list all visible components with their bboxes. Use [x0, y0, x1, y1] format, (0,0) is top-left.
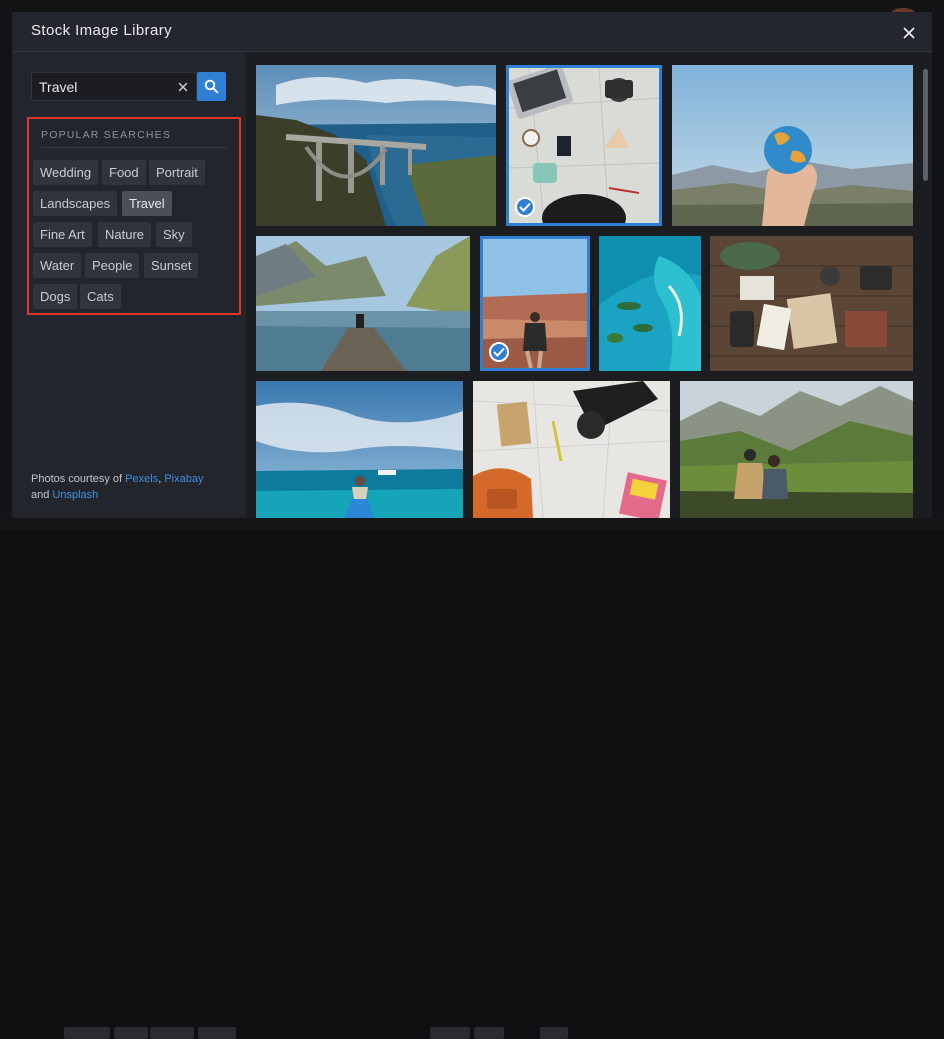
image-grid	[246, 53, 932, 518]
tag-portrait[interactable]: Portrait	[149, 160, 205, 185]
check-icon	[519, 202, 531, 212]
clear-icon	[178, 82, 188, 92]
unsplash-link[interactable]: Unsplash	[52, 489, 98, 501]
stock-image-library-modal: Stock Image Library POPULAR SEARCHES	[12, 12, 932, 518]
couple-mountain-photo	[680, 381, 913, 518]
image-tile-couple-mountain-view[interactable]	[680, 381, 913, 518]
image-tile-traveler-backpack-city[interactable]	[480, 236, 590, 371]
close-icon	[903, 27, 915, 39]
tag-nature[interactable]: Nature	[98, 222, 152, 247]
tag-landscapes[interactable]: Landscapes	[33, 191, 118, 216]
tag-cats[interactable]: Cats	[80, 284, 121, 309]
tag-food[interactable]: Food	[102, 160, 146, 185]
sidebar: POPULAR SEARCHES Wedding Food Portrait L…	[12, 53, 244, 518]
popular-searches-panel: POPULAR SEARCHES Wedding Food Portrait L…	[27, 117, 241, 315]
image-tile-paddleboard-sea[interactable]	[256, 381, 463, 518]
travel-gear-photo	[710, 236, 913, 371]
paddleboard-photo	[256, 381, 463, 518]
pixabay-link[interactable]: Pixabay	[164, 473, 203, 485]
image-tile-desk-map-camera[interactable]	[506, 65, 662, 226]
tag-dogs[interactable]: Dogs	[33, 284, 78, 309]
coastal-bridge-photo	[256, 65, 496, 226]
tag-wedding[interactable]: Wedding	[33, 160, 99, 185]
tag-sunset[interactable]: Sunset	[144, 253, 199, 278]
popular-searches-title: POPULAR SEARCHES	[41, 129, 172, 141]
image-tile-hand-holding-globe[interactable]	[672, 65, 913, 226]
selected-check	[515, 197, 535, 217]
lagoon-photo	[599, 236, 701, 371]
close-button[interactable]	[898, 22, 920, 44]
search-icon	[204, 79, 219, 94]
map-camera-photo	[473, 381, 670, 518]
selected-check	[489, 342, 509, 362]
divider	[41, 147, 227, 148]
tag-fine-art[interactable]: Fine Art	[33, 222, 92, 247]
image-tile-coastal-bridge[interactable]	[256, 65, 496, 226]
tag-travel[interactable]: Travel	[122, 191, 172, 216]
photo-credits: Photos courtesy of Pexels, Pixabay and U…	[31, 473, 204, 501]
search-field	[31, 72, 197, 101]
lake-pier-photo	[256, 236, 470, 371]
clear-search-button[interactable]	[175, 79, 191, 95]
image-tile-lake-pier-mountains[interactable]	[256, 236, 470, 371]
search-input[interactable]	[32, 73, 172, 100]
image-tile-map-camera-backpack[interactable]	[473, 381, 670, 518]
modal-title: Stock Image Library	[31, 22, 172, 39]
scrollbar[interactable]	[923, 69, 928, 181]
tag-water[interactable]: Water	[33, 253, 82, 278]
image-tile-flatlay-travel-gear[interactable]	[710, 236, 913, 371]
search-button[interactable]	[197, 72, 226, 101]
tag-people[interactable]: People	[85, 253, 140, 278]
image-tile-aerial-lagoon[interactable]	[599, 236, 701, 371]
pexels-link[interactable]: Pexels	[125, 473, 158, 485]
tag-sky[interactable]: Sky	[156, 222, 192, 247]
check-icon	[493, 347, 505, 357]
globe-photo	[672, 65, 913, 226]
modal-header: Stock Image Library	[12, 12, 932, 52]
